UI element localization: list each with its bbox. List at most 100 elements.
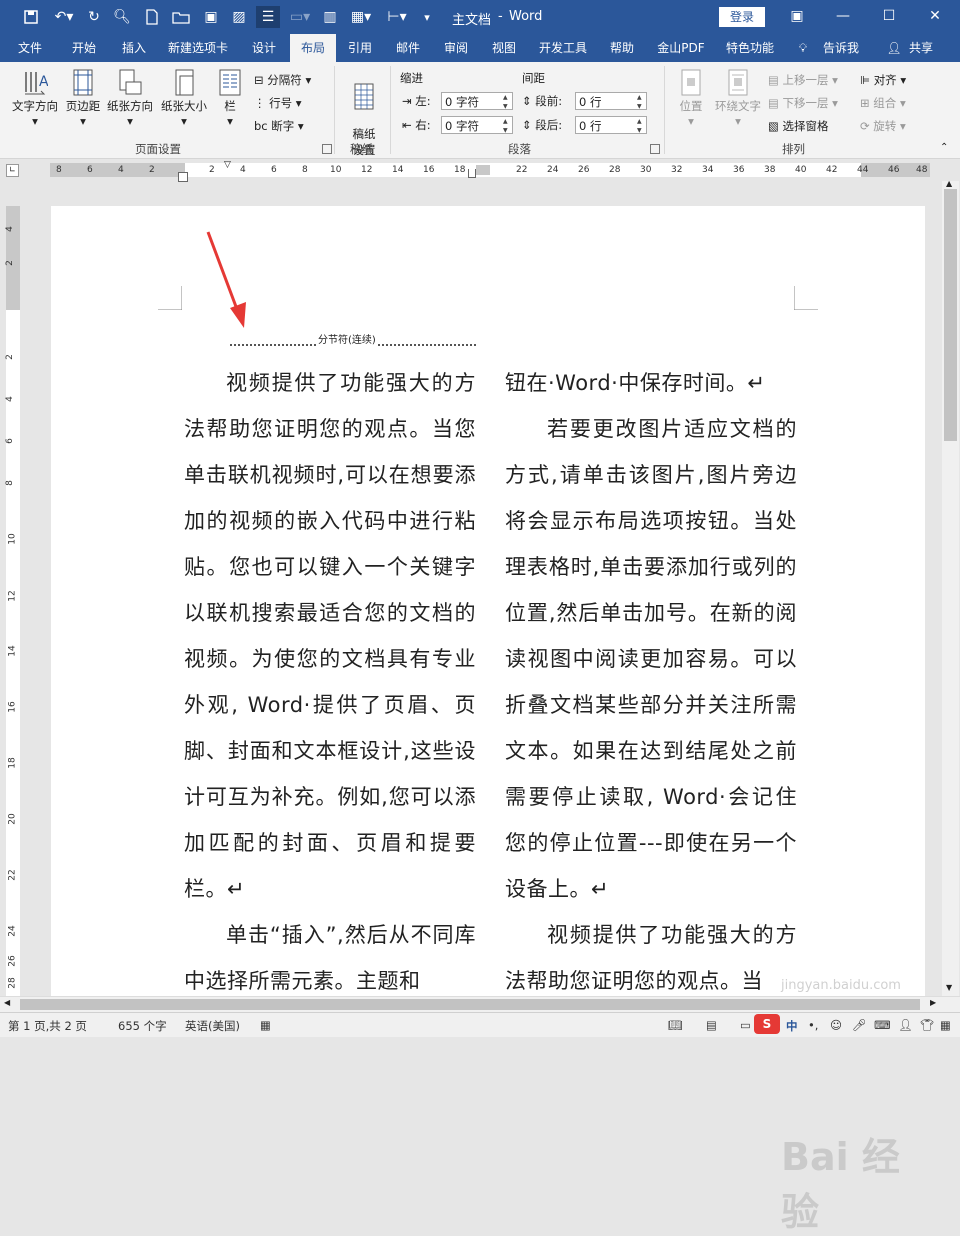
tab-selector-icon[interactable]: ∟ <box>6 164 19 177</box>
microphone-icon[interactable]: 🎤︎ <box>852 1018 867 1032</box>
hyphenation-button[interactable]: bc 断字 ▾ <box>254 118 304 134</box>
save-icon[interactable] <box>20 6 42 28</box>
ribbon-display-options-icon[interactable]: ▣ <box>774 0 820 34</box>
read-mode-view-icon[interactable]: 📖︎ <box>668 1018 683 1032</box>
tab-design[interactable]: 设计 <box>244 34 284 62</box>
wrap-text-button[interactable]: 环绕文字 ▾ <box>712 68 764 128</box>
columns-icon[interactable]: ▥ <box>320 6 340 28</box>
ime-mode-indicator[interactable]: 中 <box>786 1018 798 1034</box>
share-button[interactable]: 共享 <box>904 34 938 62</box>
shirt-icon[interactable]: 👕︎ <box>920 1018 935 1032</box>
text-column-left[interactable]: 视频提供了功能强大的方法帮助您证明您的观点。当您单击联机视频时,可以在想要添加的… <box>184 360 476 1004</box>
bring-forward-button[interactable]: ▤ 上移一层 ▾ <box>768 72 838 88</box>
customize-toolbar-icon[interactable]: ▾ <box>420 6 434 28</box>
indent-right-field[interactable]: 0 字符 <box>441 116 513 135</box>
line-numbers-button[interactable]: ⋮ 行号 ▾ <box>254 95 302 111</box>
toolbox-icon[interactable]: ▦ <box>940 1018 951 1032</box>
tab-special[interactable]: 特色功能 <box>720 34 780 62</box>
vertical-ruler[interactable]: 4 2 2 4 6 8 10 12 14 16 18 20 22 24 26 2… <box>5 206 20 996</box>
rotate-button[interactable]: ⟳ 旋转 ▾ <box>860 118 906 134</box>
horizontal-scrollbar[interactable]: ◀ ▶ <box>0 996 960 1013</box>
orientation-button[interactable]: 纸张方向 ▾ <box>104 68 156 128</box>
title-bar: ↶▾ ↻ 🔍︎ ▣ ▨ ☰ ▭▾ ▥ ▦▾ ⊢▾ ▾ 主文档 - Word 登录… <box>0 0 960 34</box>
first-line-indent-marker[interactable]: ▽ <box>224 160 231 170</box>
tab-insert[interactable]: 插入 <box>114 34 154 62</box>
hyphenation-icon: bc <box>254 119 268 133</box>
tab-file[interactable]: 文件 <box>10 34 50 62</box>
left-indent-marker[interactable] <box>178 172 188 182</box>
margins-button[interactable]: 页边距 ▾ <box>64 68 102 128</box>
paper-size-button[interactable]: 纸张大小 ▾ <box>158 68 210 128</box>
selection-pane-button[interactable]: ▧ 选择窗格 <box>768 118 829 134</box>
sogou-ime-icon[interactable]: S <box>754 1014 780 1034</box>
close-icon[interactable]: ✕ <box>912 0 958 34</box>
new-document-icon[interactable] <box>142 6 162 28</box>
collapse-ribbon-icon[interactable]: ⌃ <box>940 142 948 153</box>
tab-review[interactable]: 审阅 <box>436 34 476 62</box>
undo-icon[interactable]: ↶▾ <box>50 6 78 28</box>
text-column-right[interactable]: 钮在·Word·中保存时间。↵ 若要更改图片适应文档的方式,请单击该图片,图片旁… <box>505 360 797 1004</box>
scroll-up-arrow-icon[interactable]: ▲ <box>946 179 952 188</box>
image-icon[interactable]: ▨ <box>228 6 250 28</box>
share-person-icon: 👤︎ <box>886 41 902 55</box>
tab-references[interactable]: 引用 <box>340 34 380 62</box>
page-count[interactable]: 第 1 页,共 2 页 <box>8 1018 87 1034</box>
column-gap-marker[interactable] <box>476 165 490 175</box>
spacing-after-field[interactable]: 0 行 <box>575 116 647 135</box>
ruler-number: 14 <box>7 645 18 657</box>
emoji-icon[interactable]: ☺ <box>830 1018 842 1032</box>
document-page[interactable]: 分节符(连续) 视频提供了功能强大的方法帮助您证明您的观点。当您单击联机视频时,… <box>51 206 925 1234</box>
tab-home[interactable]: 开始 <box>64 34 104 62</box>
paragraph-launcher-icon[interactable] <box>650 144 660 154</box>
login-button[interactable]: 登录 <box>719 7 765 27</box>
minimize-icon[interactable]: — <box>820 0 866 34</box>
spacing-before-field[interactable]: 0 行 <box>575 92 647 111</box>
language-indicator[interactable]: 英语(美国) <box>185 1018 240 1034</box>
align-button[interactable]: ⊫ 对齐 ▾ <box>860 72 906 88</box>
section-break-marker[interactable]: 分节符(连续) <box>230 331 476 346</box>
lightbulb-icon: 💡︎ <box>798 41 808 55</box>
keyboard-icon[interactable]: ⌨ <box>874 1018 891 1032</box>
send-backward-button[interactable]: ▤ 下移一层 ▾ <box>768 95 838 111</box>
tab-developer[interactable]: 开发工具 <box>532 34 594 62</box>
indent-left-field[interactable]: 0 字符 <box>441 92 513 111</box>
tab-kingsoft-pdf[interactable]: 金山PDF <box>650 34 712 62</box>
tell-me-search[interactable]: 告诉我 <box>818 34 864 62</box>
ruler-number: 4 <box>118 165 124 175</box>
horizontal-scroll-thumb[interactable] <box>20 999 920 1010</box>
group-icon: ⊞ <box>860 96 870 110</box>
tab-layout[interactable]: 布局 <box>290 34 336 62</box>
scroll-left-arrow-icon[interactable]: ◀ <box>4 998 10 1007</box>
horizontal-ruler[interactable]: 8 6 4 2 2 4 6 8 10 12 14 16 18 22 24 26 … <box>50 160 930 182</box>
margins-icon[interactable]: ⊢▾ <box>382 6 412 28</box>
page-setup-launcher-icon[interactable] <box>322 144 332 154</box>
vertical-scrollbar[interactable]: ▲ ▼ <box>942 179 959 996</box>
web-layout-view-icon[interactable]: ▭ <box>740 1018 751 1032</box>
table-icon[interactable]: ▦▾ <box>346 6 376 28</box>
text-direction-button[interactable]: A 文字方向 ▾ <box>8 68 62 128</box>
paste-icon[interactable]: ▣ <box>200 6 222 28</box>
right-indent-marker[interactable] <box>468 169 476 178</box>
columns-button[interactable]: 栏 ▾ <box>214 68 246 128</box>
tab-new[interactable]: 新建选项卡 <box>162 34 234 62</box>
read-mode-icon[interactable]: ☰ <box>256 6 280 28</box>
ruler-number: 16 <box>7 701 18 713</box>
tab-view[interactable]: 视图 <box>484 34 524 62</box>
punctuation-icon[interactable]: •, <box>808 1018 818 1032</box>
print-layout-view-icon[interactable]: ▤ <box>706 1018 717 1032</box>
scroll-down-arrow-icon[interactable]: ▼ <box>946 983 952 992</box>
user-icon[interactable]: 👤︎ <box>898 1018 913 1032</box>
word-count[interactable]: 655 个字 <box>118 1018 167 1034</box>
macro-record-icon[interactable]: ▦ <box>260 1018 271 1032</box>
maximize-icon[interactable]: ☐ <box>866 0 912 34</box>
position-button[interactable]: 位置 ▾ <box>672 68 710 128</box>
redo-icon[interactable]: ↻ <box>84 6 104 28</box>
print-preview-icon[interactable]: 🔍︎ <box>112 6 132 28</box>
tab-help[interactable]: 帮助 <box>602 34 642 62</box>
open-folder-icon[interactable] <box>170 6 192 28</box>
group-button[interactable]: ⊞ 组合 ▾ <box>860 95 906 111</box>
vertical-scroll-thumb[interactable] <box>944 189 957 441</box>
scroll-right-arrow-icon[interactable]: ▶ <box>930 998 936 1007</box>
tab-mailings[interactable]: 邮件 <box>388 34 428 62</box>
breaks-button[interactable]: ⊟ 分隔符 ▾ <box>254 72 311 88</box>
